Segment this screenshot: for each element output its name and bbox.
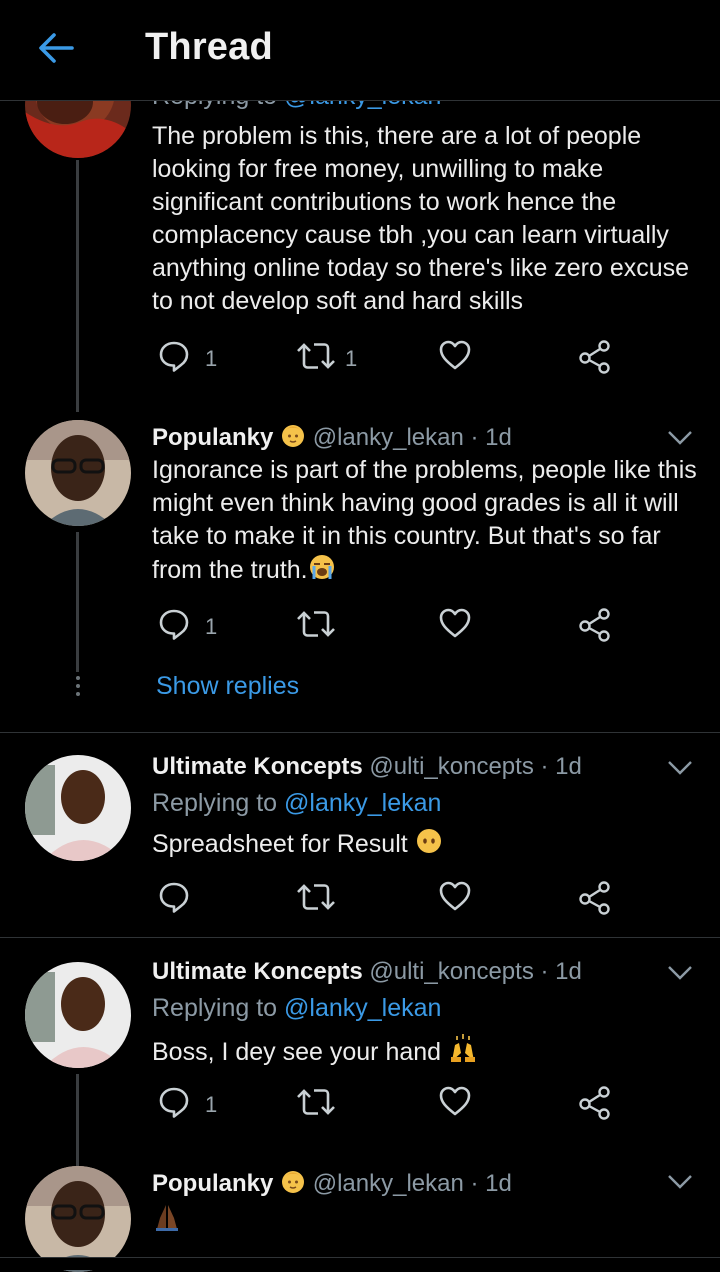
face-without-mouth-emoji xyxy=(415,827,443,864)
top-app-bar: Thread xyxy=(0,0,720,101)
heart-icon xyxy=(439,340,471,370)
user-handle[interactable]: @ulti_koncepts xyxy=(369,958,533,985)
reply-count: 1 xyxy=(205,1092,218,1117)
display-name[interactable]: Populanky xyxy=(152,424,273,451)
reply-mention-link[interactable]: @lanky_lekan xyxy=(284,789,441,817)
display-name[interactable]: Ultimate Koncepts xyxy=(152,753,363,780)
retweet-action[interactable] xyxy=(296,879,340,919)
reply-context: Replying to @lanky_lekan xyxy=(152,789,442,817)
avatar[interactable] xyxy=(25,962,131,1068)
retweet-icon xyxy=(297,611,335,637)
retweet-icon xyxy=(297,343,335,369)
user-handle[interactable]: @lanky_lekan xyxy=(313,424,464,451)
display-name[interactable]: Ultimate Koncepts xyxy=(152,958,363,985)
reply-mention-link[interactable]: @lanky_lekan xyxy=(284,994,441,1022)
folded-hands-emoji xyxy=(152,1202,182,1241)
share-icon xyxy=(579,1086,610,1120)
chevron-down-icon[interactable] xyxy=(666,758,694,778)
share-icon xyxy=(579,340,610,374)
tweet-time: · 1d xyxy=(540,753,582,780)
thread-line xyxy=(76,1074,79,1166)
user-handle[interactable]: @ulti_koncepts xyxy=(369,753,533,780)
retweet-action[interactable] xyxy=(296,1084,340,1124)
share-icon xyxy=(579,608,610,642)
like-action[interactable] xyxy=(438,1084,474,1124)
retweet-icon xyxy=(297,1089,335,1115)
tweet-text: Spreadsheet for Result xyxy=(152,827,707,864)
reply-count: 1 xyxy=(205,346,218,371)
page-title: Thread xyxy=(145,26,273,68)
chevron-down-icon[interactable] xyxy=(666,1172,694,1192)
tweet[interactable]: Ultimate Koncepts @ulti_koncepts · 1d Re… xyxy=(0,938,720,1166)
share-action[interactable] xyxy=(578,338,614,378)
tweet-header: Populanky @lanky_lekan · 1d xyxy=(152,422,512,455)
baby-emoji xyxy=(280,1168,306,1201)
chevron-down-icon[interactable] xyxy=(666,428,694,448)
avatar[interactable] xyxy=(25,420,131,526)
tweet-text xyxy=(152,1202,707,1241)
retweet-action[interactable] xyxy=(296,606,340,646)
heart-icon xyxy=(439,881,471,911)
retweet-count: 1 xyxy=(345,346,358,371)
raising-hands-emoji xyxy=(448,1033,478,1072)
tweet-time: · 1d xyxy=(470,1170,512,1197)
tweet-text: The problem is this, there are a lot of … xyxy=(152,122,690,315)
reply-icon xyxy=(159,882,189,913)
reply-icon xyxy=(159,1087,189,1118)
retweet-action[interactable]: 1 xyxy=(296,338,366,378)
reply-action[interactable] xyxy=(156,879,196,919)
user-handle[interactable]: @lanky_lekan xyxy=(313,1170,464,1197)
like-action[interactable] xyxy=(438,606,474,646)
reply-icon xyxy=(159,609,189,640)
tweet-time: · 1d xyxy=(540,958,582,985)
tweet[interactable]: Populanky @lanky_lekan · 1d xyxy=(0,1166,720,1272)
tweet-text: Ignorance is part of the problems, peopl… xyxy=(152,454,707,590)
heart-icon xyxy=(439,1086,471,1116)
avatar[interactable] xyxy=(25,755,131,861)
tweet[interactable]: Populanky @lanky_lekan · 1d Ignorance is… xyxy=(0,420,720,732)
reply-context: Replying to @lanky_lekan xyxy=(152,994,442,1022)
show-replies-link[interactable]: Show replies xyxy=(156,672,299,701)
chevron-down-icon[interactable] xyxy=(666,963,694,983)
share-action[interactable] xyxy=(578,606,614,646)
like-action[interactable] xyxy=(438,879,474,919)
reply-icon xyxy=(159,341,189,372)
share-action[interactable] xyxy=(578,1084,614,1124)
tweet-header: Populanky @lanky_lekan · 1d xyxy=(152,1168,512,1201)
bottom-edge xyxy=(0,1257,720,1270)
tweet-header: Ultimate Koncepts @ulti_koncepts · 1d xyxy=(152,753,582,781)
reply-action[interactable]: 1 xyxy=(156,1084,226,1124)
thread-feed: Replying to @lanky_lekan The problem is … xyxy=(0,0,720,1272)
reply-action[interactable]: 1 xyxy=(156,338,226,378)
tweet-header: Ultimate Koncepts @ulti_koncepts · 1d xyxy=(152,958,582,986)
thread-line xyxy=(76,160,79,412)
back-arrow-icon[interactable] xyxy=(34,26,78,70)
tweet-time: · 1d xyxy=(470,424,512,451)
share-icon xyxy=(579,881,610,915)
reply-count: 1 xyxy=(205,614,218,639)
retweet-icon xyxy=(297,884,335,910)
tweet-text: Boss, I dey see your hand xyxy=(152,1033,707,1072)
baby-emoji xyxy=(280,422,306,455)
reply-action[interactable]: 1 xyxy=(156,606,226,646)
like-action[interactable] xyxy=(438,338,474,378)
heart-icon xyxy=(439,608,471,638)
loudly-crying-face-emoji xyxy=(308,553,336,590)
display-name[interactable]: Populanky xyxy=(152,1170,273,1197)
thread-line xyxy=(76,532,79,672)
thread-more-dots xyxy=(76,676,80,700)
share-action[interactable] xyxy=(578,879,614,919)
tweet[interactable]: Ultimate Koncepts @ulti_koncepts · 1d Re… xyxy=(0,733,720,937)
